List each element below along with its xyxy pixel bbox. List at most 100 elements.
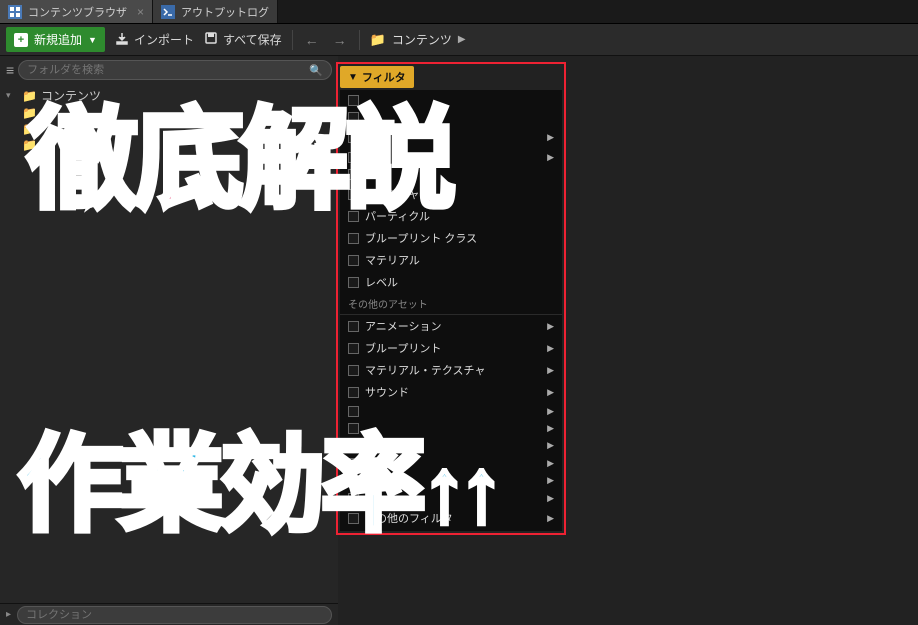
checkbox[interactable]	[348, 189, 359, 200]
folder-icon: 📁	[22, 89, 37, 103]
filter-section-header: その他のアセット	[340, 293, 562, 315]
filter-panel-highlight: ▼ フィルタ 基本▶C++▶テクスチャパーティクルブループリント クラスマテリア…	[336, 62, 566, 535]
checkbox[interactable]	[348, 169, 359, 180]
chevron-right-icon: ▶	[547, 493, 554, 504]
checkbox[interactable]	[348, 233, 359, 244]
filter-item[interactable]: ブループリント クラス	[340, 227, 562, 249]
filter-item[interactable]	[340, 92, 562, 109]
checkbox[interactable]	[348, 321, 359, 332]
filter-item[interactable]: パーティクル	[340, 205, 562, 227]
collections-row: ▸	[0, 603, 338, 625]
filter-item[interactable]: その他のフィルタ ▶	[340, 507, 562, 529]
filter-item[interactable]: テクスチャ	[340, 183, 562, 205]
folder-icon: 📁	[370, 32, 386, 48]
folder-search-field[interactable]: 🔍	[18, 60, 332, 80]
sidebar-search-row: ≡ 🔍	[0, 56, 338, 84]
forward-button[interactable]: →	[331, 32, 349, 48]
filter-item-label: レベル	[365, 274, 554, 290]
import-button[interactable]: インポート	[115, 31, 194, 48]
checkbox[interactable]	[348, 387, 359, 398]
filter-item[interactable]: AI ▶	[340, 489, 562, 507]
chevron-right-icon: ▶	[547, 387, 554, 398]
save-all-label: すべて保存	[223, 31, 282, 48]
filter-item-label: パーティクル	[365, 208, 554, 224]
filter-item[interactable]: ブループリント ▶	[340, 337, 562, 359]
filter-item-label: C++	[365, 151, 541, 163]
filter-button[interactable]: ▼ フィルタ	[340, 66, 414, 88]
tab-output-log[interactable]: アウトプットログ	[153, 0, 278, 23]
tab-bar: コンテンツブラウザ × アウトプットログ	[0, 0, 918, 24]
tree-row[interactable]: 📁	[6, 137, 332, 153]
filter-item[interactable]: ▶	[340, 472, 562, 489]
add-new-button[interactable]: + 新規追加 ▼	[6, 27, 105, 52]
breadcrumb[interactable]: 📁 コンテンツ ▶	[370, 31, 466, 48]
filter-item[interactable]: アニメーション▶	[340, 315, 562, 337]
filter-item[interactable]: C++ ▶	[340, 148, 562, 166]
chevron-right-icon: ▶	[547, 343, 554, 354]
filter-item[interactable]: マテリアル・テクスチャ▶	[340, 359, 562, 381]
filter-item-label: サウンド	[365, 384, 541, 400]
checkbox[interactable]	[348, 255, 359, 266]
tree-row[interactable]: 📁	[6, 121, 332, 137]
checkbox[interactable]	[348, 132, 359, 143]
chevron-right-icon: ▶	[547, 458, 554, 469]
checkbox[interactable]	[348, 493, 359, 504]
filter-icon: ▼	[348, 72, 358, 83]
filter-item[interactable]: レベル	[340, 271, 562, 293]
folder-icon: 📁	[22, 106, 37, 120]
filter-item[interactable]: ▶	[340, 403, 562, 420]
breadcrumb-item[interactable]: コンテンツ	[392, 31, 452, 48]
back-button[interactable]: ←	[303, 32, 321, 48]
filter-item-label: ブループリント	[365, 340, 541, 356]
import-icon	[115, 31, 129, 48]
chevron-right-icon: ▶	[458, 34, 466, 45]
chevron-right-icon: ▶	[547, 406, 554, 417]
checkbox[interactable]	[348, 458, 359, 469]
expand-icon[interactable]: ▸	[6, 609, 11, 620]
filter-item[interactable]: ▶	[340, 420, 562, 437]
chevron-right-icon: ▶	[547, 152, 554, 163]
tab-content-browser[interactable]: コンテンツブラウザ ×	[0, 0, 153, 23]
expand-icon[interactable]: ▾	[6, 90, 18, 101]
checkbox[interactable]	[348, 440, 359, 451]
checkbox[interactable]	[348, 513, 359, 524]
checkbox[interactable]	[348, 343, 359, 354]
folder-tree: ▾ 📁 コンテンツ 📁 📁 📁	[0, 84, 338, 603]
folder-search-input[interactable]	[27, 64, 309, 76]
chevron-right-icon: ▶	[547, 423, 554, 434]
folder-icon: 📁	[22, 138, 37, 152]
filter-item[interactable]: マテリアル	[340, 249, 562, 271]
filter-item-label: その他のフィルタ	[365, 510, 541, 526]
filter-item[interactable]	[340, 166, 562, 183]
separator	[292, 30, 293, 50]
checkbox[interactable]	[348, 152, 359, 163]
checkbox[interactable]	[348, 365, 359, 376]
close-icon[interactable]: ×	[137, 5, 144, 19]
tree-label: コンテンツ	[41, 87, 101, 104]
filter-item[interactable]: able ▶	[340, 454, 562, 472]
tree-row[interactable]: ▾ 📁 コンテンツ	[6, 86, 332, 105]
collection-search-input[interactable]	[17, 606, 332, 624]
checkbox[interactable]	[348, 112, 359, 123]
filter-item-label: アニメーション	[365, 318, 541, 334]
save-all-button[interactable]: すべて保存	[204, 31, 282, 48]
checkbox[interactable]	[348, 423, 359, 434]
filter-item[interactable]: ▶	[340, 437, 562, 454]
filter-item[interactable]: サウンド ▶	[340, 381, 562, 403]
chevron-right-icon: ▶	[547, 132, 554, 143]
checkbox[interactable]	[348, 475, 359, 486]
output-log-icon	[161, 5, 175, 19]
filter-item-label: AI	[365, 492, 541, 504]
checkbox[interactable]	[348, 95, 359, 106]
checkbox[interactable]	[348, 406, 359, 417]
filter-item-label: able	[365, 457, 541, 469]
sources-toggle-icon[interactable]: ≡	[6, 62, 14, 78]
toolbar: + 新規追加 ▼ インポート すべて保存 ← → 📁 コンテンツ ▶	[0, 24, 918, 56]
filter-item-label: マテリアル	[365, 252, 554, 268]
tree-row[interactable]: 📁	[6, 105, 332, 121]
chevron-right-icon: ▶	[547, 513, 554, 524]
filter-item[interactable]	[340, 109, 562, 126]
checkbox[interactable]	[348, 211, 359, 222]
filter-item[interactable]: 基本▶	[340, 126, 562, 148]
checkbox[interactable]	[348, 277, 359, 288]
